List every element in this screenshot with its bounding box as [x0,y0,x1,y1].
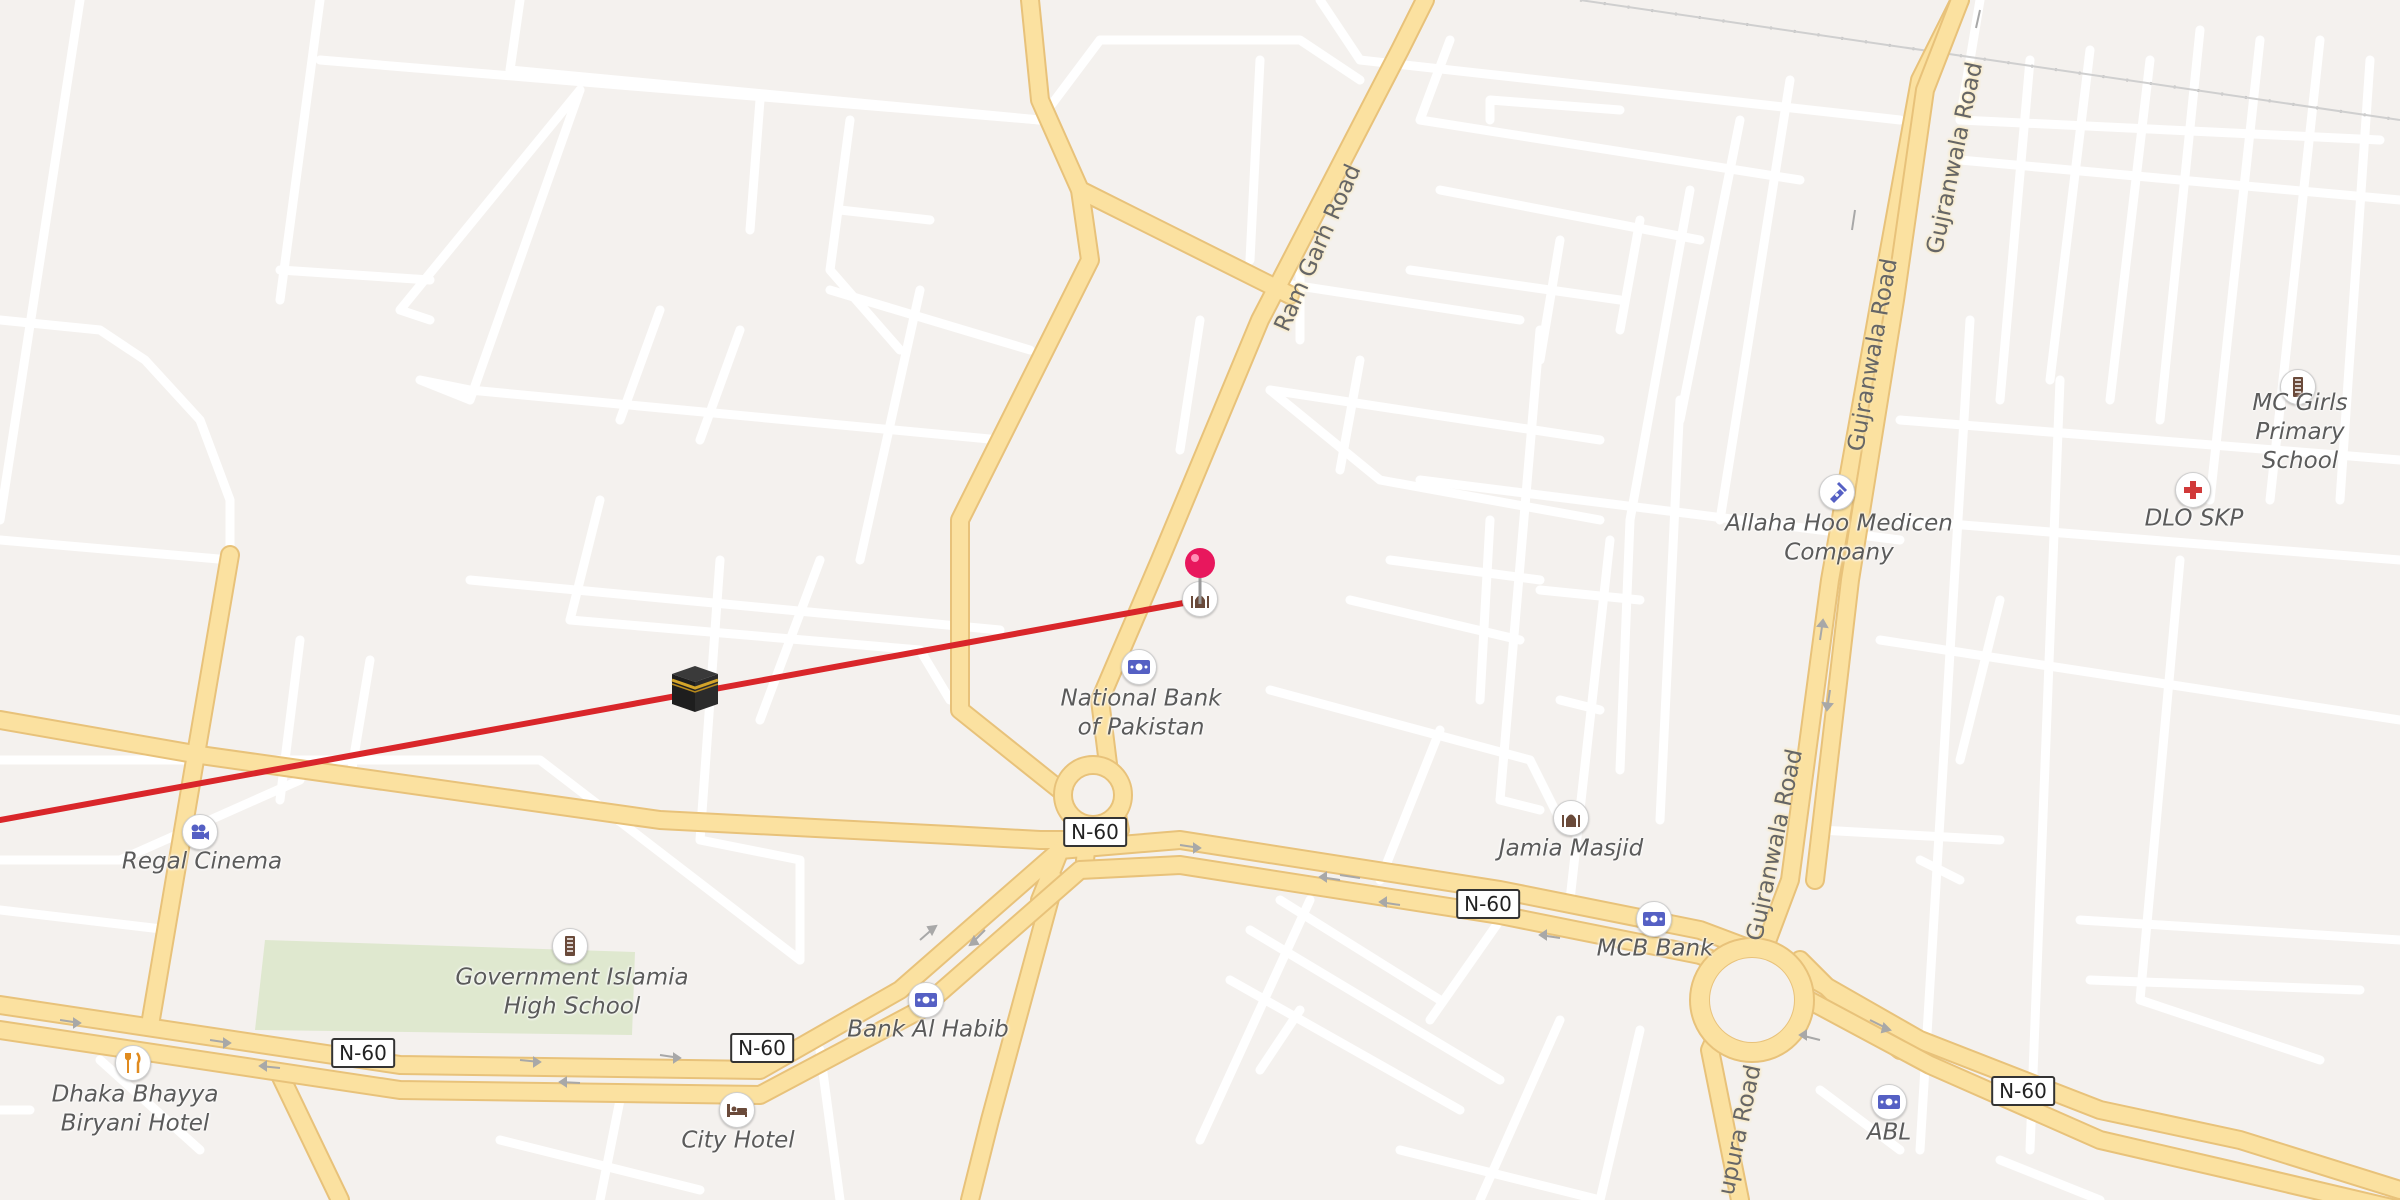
place-label-dlo-skp: DLO SKP [2144,505,2244,532]
pin-icon[interactable] [1183,546,1217,611]
place-label-mcb-bank: MCB Bank [1596,935,1714,962]
fork-knife-icon[interactable] [115,1045,151,1081]
red-cross-icon[interactable] [2175,472,2211,508]
school-icon[interactable] [552,928,588,964]
route-shield-n60: N-60 [1456,889,1520,919]
place-label-allaha-hoo: Allaha Hoo Medicen Company [1725,510,1953,565]
route-shield-n60: N-60 [1991,1076,2055,1106]
place-label-national-bank: National Bank of Pakistan [1060,685,1222,740]
place-label-mc-girls: MC Girls Primary School [2252,389,2348,474]
pharmacy-icon[interactable] [1819,474,1855,510]
place-label-jamia-masjid: Jamia Masjid [1498,835,1644,862]
map-canvas[interactable]: Ram Garh Road Gujranwala Road Gujranwala… [0,0,2400,1200]
kaaba-icon[interactable] [668,662,722,721]
route-shield-n60: N-60 [730,1033,794,1063]
place-label-city-hotel: City Hotel [681,1127,795,1154]
place-label-govt-school: Government Islamia High School [455,964,689,1019]
place-label-bank-al-habib: Bank Al Habib [847,1016,1009,1043]
place-label-abl: ABL [1866,1119,1912,1146]
camera-icon[interactable] [182,814,218,850]
mosque-icon[interactable] [1553,800,1589,836]
place-label-regal-cinema: Regal Cinema [121,848,283,875]
route-shield-n60: N-60 [331,1038,395,1068]
banknote-icon[interactable] [1636,901,1672,937]
banknote-icon[interactable] [1871,1084,1907,1120]
bed-icon[interactable] [719,1092,755,1128]
place-label-dhaka-biryani: Dhaka Bhayya Biryani Hotel [51,1081,219,1136]
route-shield-n60: N-60 [1063,817,1127,847]
banknote-icon[interactable] [1121,649,1157,685]
banknote-icon[interactable] [908,982,944,1018]
qibla-route-line [0,597,1203,823]
